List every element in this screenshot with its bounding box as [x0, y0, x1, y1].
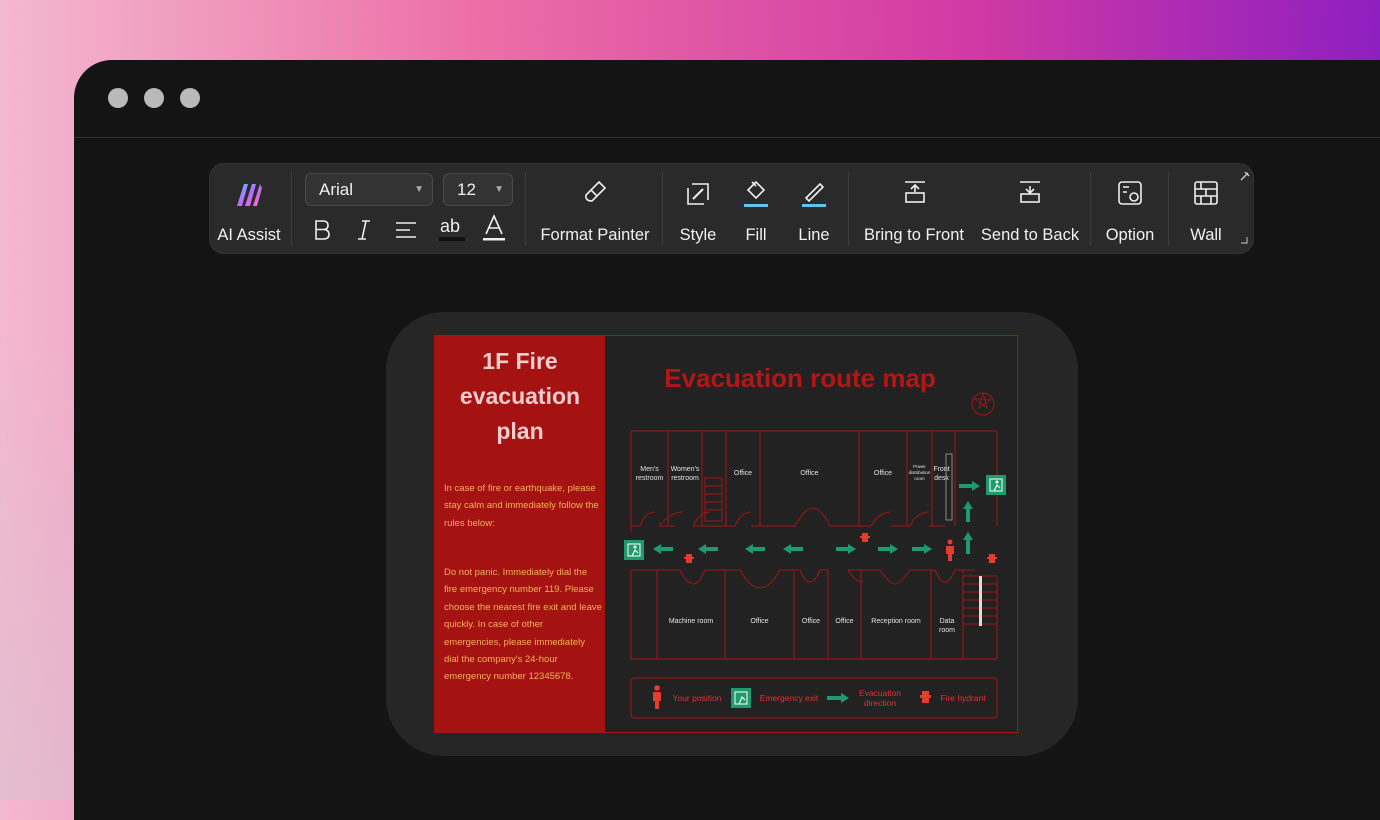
font-size-value: 12: [457, 180, 476, 199]
compass-icon: [971, 391, 995, 416]
fill-button[interactable]: Fill: [728, 164, 784, 253]
toolbar-divider: [1168, 172, 1169, 246]
send-to-back-button[interactable]: Send to Back: [974, 164, 1086, 253]
room-label: Data room: [939, 618, 955, 634]
style-label: Style: [679, 226, 717, 244]
evacuation-plan-diagram[interactable]: 1F Fire evacuation plan In case of fire …: [434, 335, 1018, 733]
toolbar-divider: [662, 172, 663, 246]
emergency-exit-icon: [986, 475, 1006, 495]
room-label: Office: [873, 470, 893, 477]
bold-icon[interactable]: [312, 218, 332, 242]
window-maximize-button[interactable]: [180, 88, 200, 108]
emergency-exit-icon: [624, 540, 644, 560]
pin-icon[interactable]: [1239, 170, 1251, 182]
send-to-back-icon: [1020, 181, 1040, 203]
room-label: Power distribution room: [908, 464, 931, 481]
legend-hydrant-label: Fire hydrant: [940, 693, 986, 703]
line-label: Line: [798, 226, 830, 244]
legend-position-label: Your position: [672, 693, 722, 703]
ai-assist-label: AI Assist: [217, 226, 281, 244]
paintbrush-icon: [585, 180, 607, 202]
format-painter-button[interactable]: Format Painter: [530, 164, 660, 253]
your-position-icon: [946, 539, 954, 561]
room-label: Office: [835, 618, 854, 625]
wall-label: Wall: [1190, 226, 1222, 244]
format-painter-label: Format Painter: [540, 226, 650, 244]
legend-arrow-icon: [827, 693, 849, 703]
chevron-down-icon: ▼: [494, 184, 504, 195]
room-label: Office: [801, 618, 821, 625]
legend-hydrant-icon: [920, 691, 931, 703]
italic-icon[interactable]: [354, 218, 374, 242]
window-close-button[interactable]: [108, 88, 128, 108]
toolbar-divider: [291, 172, 292, 246]
text-highlight-button[interactable]: ab: [438, 214, 466, 244]
bring-to-front-label: Bring to Front: [864, 226, 964, 244]
option-button[interactable]: Option: [1094, 164, 1166, 253]
room-label: Men's restroom: [635, 466, 664, 482]
ai-logo-icon: [237, 184, 262, 206]
wall-grid-icon: [1194, 181, 1218, 205]
bring-to-front-icon: [905, 181, 925, 203]
room-label: Machine room: [668, 618, 714, 625]
legend-direction-label: Evacuation direction: [858, 688, 902, 708]
style-button[interactable]: Style: [668, 164, 728, 253]
send-to-back-label: Send to Back: [980, 226, 1080, 244]
wall-button[interactable]: Wall: [1172, 164, 1240, 253]
fill-label: Fill: [745, 226, 767, 244]
font-size-select[interactable]: 12 ▼: [443, 173, 513, 206]
room-label: Office: [800, 470, 819, 477]
align-icon[interactable]: [394, 220, 418, 240]
ai-assist-button[interactable]: AI Assist: [210, 164, 290, 253]
fire-hydrant-icon: [987, 554, 997, 563]
toolbar-divider: [848, 172, 849, 246]
legend-position-icon: [653, 685, 661, 709]
highlight-ab-icon: ab: [439, 216, 465, 241]
floor-plan-drawing: [624, 391, 1006, 719]
font-family-select[interactable]: Arial ▼: [305, 173, 433, 206]
room-label: Front desk: [933, 466, 950, 482]
toolbar-divider: [525, 172, 526, 246]
line-pen-icon: [802, 182, 826, 207]
toolbar-divider: [1090, 172, 1091, 246]
title-bar: [74, 60, 1380, 138]
legend-exit-icon: [731, 688, 751, 708]
chevron-down-icon: ▼: [414, 184, 424, 195]
style-icon: [687, 183, 709, 205]
format-toolbar: AI Assist Arial ▼ 12 ▼ ab Format Painter…: [210, 164, 1253, 253]
fill-bucket-icon: [744, 180, 768, 207]
font-family-value: Arial: [319, 180, 354, 199]
room-label: Women's restroom: [670, 466, 700, 482]
option-settings-icon: [1118, 181, 1142, 205]
room-label: Office: [750, 618, 769, 625]
fire-hydrant-icon: [860, 533, 870, 542]
font-color-icon[interactable]: [481, 214, 507, 244]
option-label: Option: [1105, 226, 1155, 244]
legend-exit-label: Emergency exit: [759, 693, 819, 703]
app-window: AI Assist Arial ▼ 12 ▼ ab Format Painter…: [74, 60, 1380, 820]
window-minimize-button[interactable]: [144, 88, 164, 108]
line-button[interactable]: Line: [784, 164, 844, 253]
bring-to-front-button[interactable]: Bring to Front: [854, 164, 974, 253]
expand-corner-icon[interactable]: [1240, 236, 1248, 244]
diagram-canvas[interactable]: 1F Fire evacuation plan In case of fire …: [386, 312, 1078, 756]
room-label: Reception room: [871, 618, 921, 625]
room-label: Office: [733, 470, 753, 477]
svg-text:ab: ab: [440, 216, 460, 236]
fire-hydrant-icon: [684, 554, 694, 563]
